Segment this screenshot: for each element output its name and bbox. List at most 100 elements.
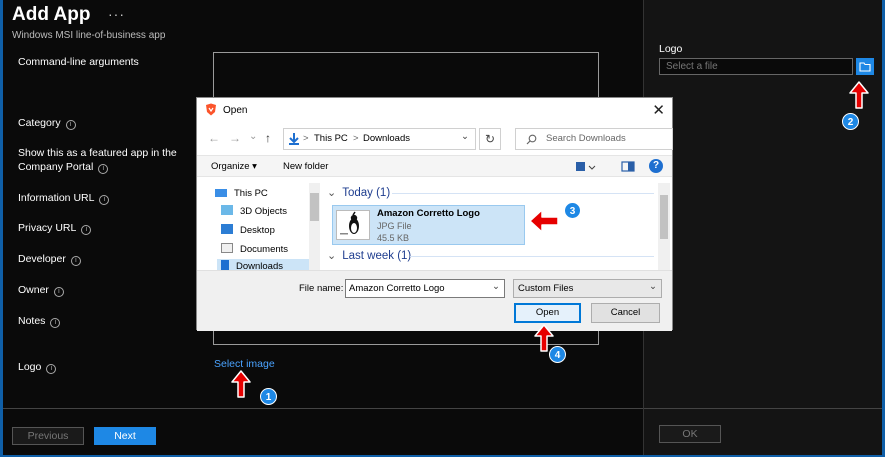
nav-item-desktop[interactable]: Desktop	[221, 223, 275, 239]
up-arrow-icon[interactable]: ↑	[265, 131, 271, 145]
group-header-label: Last week (1)	[342, 250, 412, 262]
open-button[interactable]: Open	[514, 303, 581, 323]
file-item-selected[interactable]: Amazon Corretto Logo JPG File 45.5 KB	[332, 205, 525, 245]
next-button[interactable]: Next	[94, 427, 156, 445]
view-options-icon[interactable]	[575, 160, 599, 174]
file-type: JPG File	[377, 221, 412, 231]
collapse-chevron-icon: ⌄	[327, 250, 337, 262]
field-label-privacy-url: Privacy URL i	[18, 221, 92, 235]
nav-item-documents[interactable]: Documents	[221, 242, 288, 258]
info-icon[interactable]: i	[46, 364, 57, 374]
info-icon[interactable]: i	[50, 318, 61, 328]
chevron-down-icon[interactable]: ⌄	[461, 127, 469, 147]
logo-label: Logo	[659, 43, 683, 55]
field-label-information-url: Information URL i	[18, 191, 110, 205]
nav-item-label: This PC	[234, 188, 268, 199]
dialog-toolbar: Organize ▾ New folder ?	[197, 155, 672, 177]
ok-button[interactable]: OK	[659, 425, 721, 443]
penguin-logo-icon	[340, 211, 359, 235]
footer-divider	[3, 408, 643, 409]
chevron-down-icon[interactable]: ⌄	[492, 278, 500, 295]
new-folder-button[interactable]: New folder	[283, 161, 328, 172]
scrollbar-thumb[interactable]	[310, 193, 319, 221]
nav-item-this-pc[interactable]: This PC	[215, 186, 268, 202]
group-header-today[interactable]: ⌄ Today (1)	[324, 186, 390, 199]
breadcrumb-downloads[interactable]: Downloads	[363, 129, 410, 149]
nav-item-label: Desktop	[240, 225, 275, 236]
info-icon[interactable]: i	[81, 225, 92, 235]
annotation-arrow-left-icon	[529, 209, 559, 233]
dialog-bottom-area: File name: Amazon Corretto Logo ⌄ Custom…	[197, 270, 672, 331]
address-bar-row: ← → ⌄ ↑ > This PC > Downloads ⌄ ↻ Search…	[205, 128, 673, 150]
download-icon	[221, 260, 229, 270]
app-window: Add App ··· Windows MSI line-of-business…	[3, 0, 882, 455]
back-arrow-icon[interactable]: ←	[208, 131, 220, 145]
chevron-down-icon[interactable]: ⌄	[649, 278, 657, 295]
previous-button[interactable]: Previous	[12, 427, 84, 445]
address-box[interactable]: > This PC > Downloads ⌄	[283, 128, 476, 150]
field-label-line2: Company Portal i	[18, 160, 177, 174]
file-name: Amazon Corretto Logo	[377, 208, 480, 219]
info-icon[interactable]: i	[65, 120, 76, 130]
field-label-text: Notes	[18, 315, 46, 327]
scrollbar-thumb[interactable]	[660, 195, 668, 239]
desktop-icon	[221, 224, 233, 234]
file-name-input[interactable]: Amazon Corretto Logo ⌄	[345, 279, 505, 298]
group-header-label: Today (1)	[342, 187, 391, 199]
folder-icon	[859, 62, 871, 72]
cancel-button[interactable]: Cancel	[591, 303, 660, 323]
organize-menu[interactable]: Organize ▾	[211, 161, 257, 172]
info-icon[interactable]: i	[53, 287, 64, 297]
field-label-text: Information URL	[18, 192, 95, 204]
field-label-logo: Logo i	[18, 360, 57, 374]
annotation-arrow-up-icon	[849, 81, 869, 109]
field-label-command-line: Command-line arguments	[18, 56, 139, 68]
search-placeholder: Search Downloads	[546, 133, 626, 144]
navigation-pane: This PC 3D Objects Desktop Documents Dow…	[199, 183, 321, 270]
collapse-chevron-icon: ⌄	[327, 187, 337, 199]
nav-item-label: 3D Objects	[240, 206, 287, 217]
forward-arrow-icon[interactable]: →	[229, 131, 241, 145]
file-list-scrollbar[interactable]	[658, 183, 670, 270]
nav-item-label: Documents	[240, 244, 289, 255]
nav-item-label: Downloads	[236, 261, 283, 270]
annotation-arrow-up-icon	[231, 370, 251, 398]
recent-locations-icon[interactable]: ⌄	[249, 131, 257, 142]
info-icon[interactable]: i	[70, 256, 81, 266]
search-icon	[526, 134, 537, 145]
close-icon[interactable]: ✕	[652, 101, 665, 119]
file-name-value: Amazon Corretto Logo	[349, 283, 445, 294]
search-input[interactable]: Search Downloads	[515, 128, 673, 150]
documents-icon	[221, 243, 233, 253]
computer-icon	[215, 189, 227, 197]
preview-pane-icon[interactable]	[621, 160, 635, 174]
breadcrumb-sep: >	[353, 133, 359, 144]
group-divider	[410, 256, 654, 257]
step-badge-2: 2	[842, 113, 859, 130]
browse-folder-button[interactable]	[856, 58, 874, 75]
info-icon[interactable]: i	[99, 195, 110, 205]
refresh-icon[interactable]: ↻	[479, 128, 501, 150]
help-icon[interactable]: ?	[649, 159, 663, 173]
group-header-last-week[interactable]: ⌄ Last week (1)	[324, 249, 411, 262]
step-badge-1: 1	[260, 388, 277, 405]
breadcrumb-this-pc[interactable]: This PC	[314, 129, 348, 149]
field-label-text: Category	[18, 117, 61, 129]
step-badge-3: 3	[564, 202, 581, 219]
info-icon[interactable]: i	[98, 164, 109, 174]
field-label-text: Privacy URL	[18, 222, 77, 234]
logo-panel: Logo Select a file OK	[643, 0, 882, 455]
file-type-value: Custom Files	[518, 283, 574, 294]
file-name-label: File name:	[299, 283, 344, 294]
file-type-select[interactable]: Custom Files ⌄	[513, 279, 662, 298]
download-folder-icon	[289, 133, 299, 145]
more-options-icon[interactable]: ···	[108, 6, 125, 22]
nav-scrollbar[interactable]	[309, 183, 320, 270]
nav-item-downloads[interactable]: Downloads	[217, 259, 309, 270]
nav-item-3d-objects[interactable]: 3D Objects	[221, 204, 287, 220]
field-label-text: Company Portal	[18, 161, 94, 173]
field-label-owner: Owner i	[18, 283, 64, 297]
file-list: ⌄ Today (1) Amazon Corretto Logo JPG File…	[324, 183, 671, 270]
field-label-developer: Developer i	[18, 252, 81, 266]
logo-file-input[interactable]: Select a file	[659, 58, 853, 75]
